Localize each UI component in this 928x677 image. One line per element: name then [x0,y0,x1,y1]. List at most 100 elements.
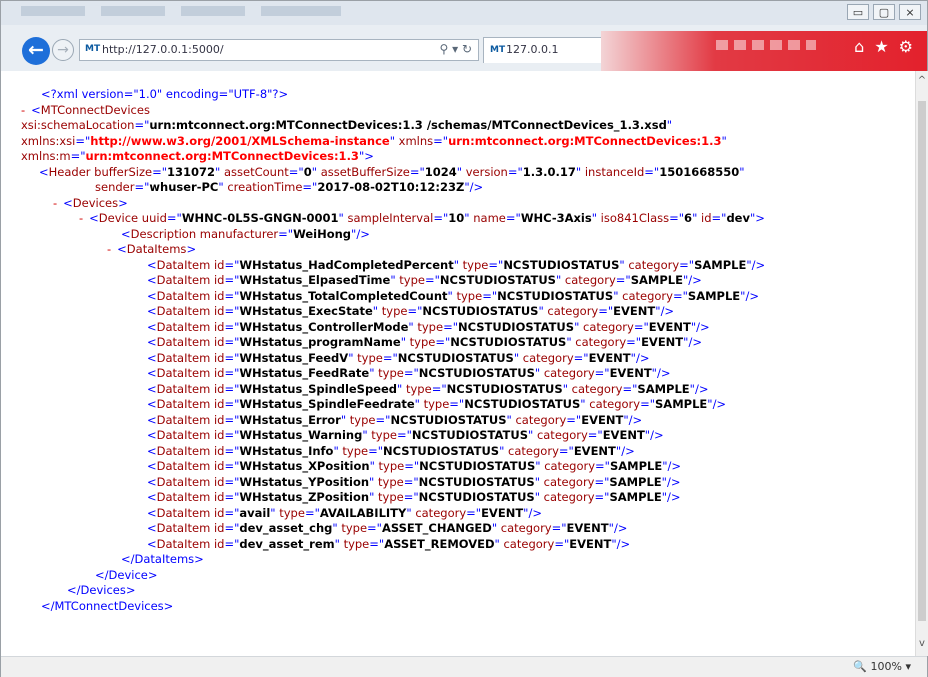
xml-attr-value: NCSTUDIOSTATUS [450,335,567,349]
device-open-tag[interactable]: - <Device uuid="WHNC-0L5S-GNGN-0001" samp… [79,211,765,227]
xml-attr-name: id [213,490,225,504]
xml-attr-value: urn:mtconnect.org:MTConnectDevices:1.3 [448,133,722,148]
vertical-scrollbar[interactable]: ^ v [915,71,928,656]
zoom-control[interactable]: 🔍 100% ▾ [853,660,911,673]
settings-gear-icon[interactable]: ⚙ [899,37,913,56]
xml-attr-value: WHstatus_SpindleSpeed [239,381,398,396]
xml-tag-name: DataItem [156,490,211,504]
xml-attr-name: id [213,536,225,551]
toolbar-icons: ⌂ ★ ⚙ [854,37,913,56]
xml-attr-value: EVENT [581,412,624,427]
xml-attr-name: category [503,536,555,551]
xml-attr-name: category [628,257,680,272]
root-close-tag: </MTConnectDevices> [41,599,173,615]
xml-tag-name: DataItem [156,428,211,442]
xml-attr-value: 0 [303,164,312,179]
xml-attr-name: category [543,490,595,504]
maximize-button[interactable]: ▢ [873,4,895,20]
scroll-up-arrow-icon[interactable]: ^ [916,75,928,89]
xml-attr-value: ASSET_REMOVED [384,536,495,551]
search-refresh-icon[interactable]: ⚲ ▾ ↻ [440,42,473,56]
xml-attr-name: category [544,459,596,473]
xml-attr-name: type [462,257,489,272]
dataitem-row: <DataItem id="dev_asset_chg" type="ASSET… [147,521,628,535]
xml-attr-name: id [213,459,225,473]
dataitem-row: <DataItem id="WHstatus_FeedV" type="NCST… [147,350,650,365]
xml-attr-name: assetBufferSize [320,164,410,179]
back-button[interactable]: ← [22,37,50,65]
minimize-button[interactable]: ▭ [847,4,869,20]
xml-viewer: <?xml version="1.0" encoding="UTF-8"?> - <… [1,71,915,656]
xml-attr-name: id [213,273,225,287]
xml-attr-name: category [415,505,467,520]
header-tag: <Header bufferSize="131072" assetCount="… [39,164,745,179]
address-bar[interactable]: MT http://127.0.0.1:5000/ ⚲ ▾ ↻ [79,39,479,61]
xml-attr-value: SAMPLE [609,474,662,489]
xml-attr-name: type [405,381,432,396]
xml-attr-name: category [543,366,595,380]
xml-attr-value: WHstatus_Info [239,443,334,458]
xml-tag-name: DataItem [156,335,211,349]
scroll-down-arrow-icon[interactable]: v [916,638,928,652]
xml-close-tag: </Devices> [67,583,136,597]
xml-attr-name: id [213,428,225,442]
description-tag: <Description manufacturer="WeiHong"/> [121,226,370,241]
close-button[interactable]: ⨯ [899,4,921,20]
xml-close-tag: </DataItems> [121,552,204,566]
dataitem-row: <DataItem id="WHstatus_FeedRate" type="N… [147,366,671,380]
dataitem-row: <DataItem id="WHstatus_YPosition" type="… [147,474,681,489]
xml-attr-value: WHNC-0L5S-GNGN-0001 [181,211,339,225]
home-icon[interactable]: ⌂ [854,37,864,56]
xml-attr-name: type [409,335,436,349]
url-text[interactable]: http://127.0.0.1:5000/ [102,43,224,56]
xml-attr-value: NCSTUDIOSTATUS [397,350,514,365]
xml-attr-name: type [341,521,368,535]
devices-open-tag[interactable]: - <Devices> [53,196,128,212]
xml-attr-value: NCSTUDIOSTATUS [411,428,528,442]
xml-attr-value: EVENT [641,335,684,349]
xml-tag-name: DataItem [156,521,211,535]
forward-button[interactable]: → [52,39,74,61]
xml-tag-name: MTConnectDevices [40,102,150,117]
xml-attr-name: category [500,521,552,535]
dataitem-row: <DataItem id="WHstatus_XPosition" type="… [147,459,682,473]
xml-attr-value: WHstatus_SpindleFeedrate [239,397,415,411]
root-attr-line: xmlns:xsi="http://www.w3.org/2001/XMLSch… [21,133,727,148]
xml-attr-value: 131072 [167,164,216,179]
dataitems-open-tag[interactable]: - <DataItems> [107,242,196,258]
xml-attr-name: bufferSize [94,164,153,179]
blurred-banner-text [716,40,816,50]
dataitem-row: <DataItem id="WHstatus_ZPosition" type="… [147,490,681,504]
xml-attr-value: WHstatus_FeedRate [239,366,370,380]
xml-attr-value: EVENT [566,521,609,535]
xml-attr-name: uuid [141,211,167,225]
xml-attr-name: category [583,319,634,334]
xml-attr-value: WHstatus_ControllerMode [239,319,409,334]
dataitem-row: <DataItem id="WHstatus_HadCompletedPerce… [147,257,766,272]
xml-attr-value: NCSTUDIOSTATUS [383,443,500,458]
collapse-toggle-icon: - [53,195,58,210]
xml-attr-name: id [213,443,225,458]
xml-attr-name: iso841Class [600,211,670,225]
xml-attr-name: category [522,350,574,365]
xml-attr-value: EVENT [602,428,645,442]
xml-attr-name: manufacturer [199,226,279,241]
xml-close-tag: </MTConnectDevices> [41,598,174,613]
xml-tag-name: DataItem [156,350,211,365]
xml-attr-value: NCSTUDIOSTATUS [418,474,535,489]
status-bar: 🔍 100% ▾ [1,656,927,677]
xml-attr-name: id [213,412,225,427]
xml-attr-value: AVAILABILITY [319,505,407,520]
xml-attr-name: type [349,412,376,427]
xml-attr-value: EVENT [573,443,616,458]
xml-pi-text: <?xml version="1.0" encoding="UTF-8"?> [41,87,289,101]
scroll-thumb[interactable] [918,101,926,621]
favorites-star-icon[interactable]: ★ [874,37,888,56]
xml-attr-name: id [213,288,225,303]
xml-attr-value: NCSTUDIOSTATUS [497,288,614,303]
xml-attr-value: 6 [684,211,693,225]
root-open-tag[interactable]: - <MTConnectDevices [21,103,150,119]
xml-attr-name: type [378,366,404,380]
xml-attr-value: WHstatus_XPosition [239,459,370,473]
blurred-title-text [21,6,341,16]
